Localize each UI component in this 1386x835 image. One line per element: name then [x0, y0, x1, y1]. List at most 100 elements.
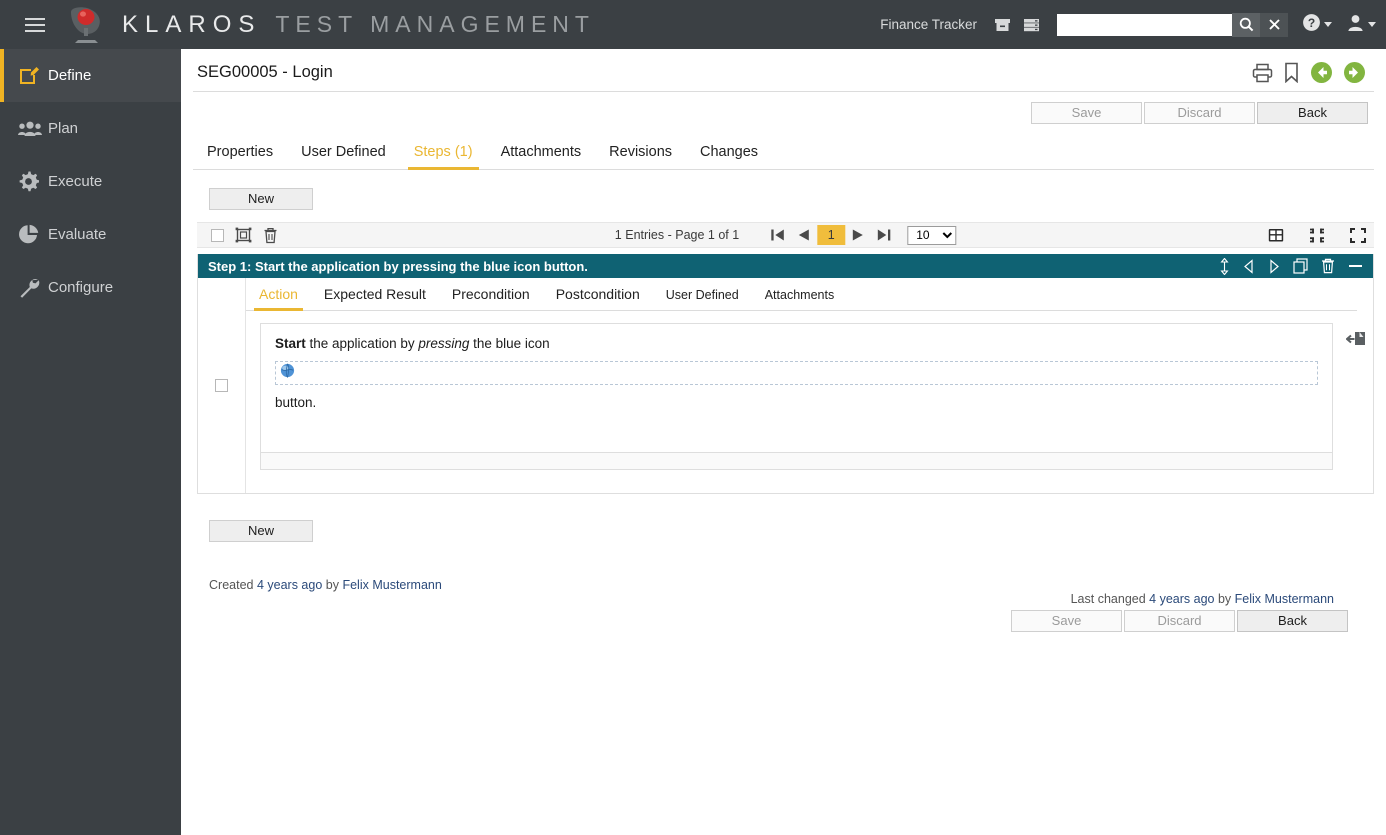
- bookmark-icon[interactable]: [1283, 62, 1300, 83]
- database-server-icon[interactable]: [1019, 12, 1045, 38]
- search-icon[interactable]: [1232, 13, 1260, 37]
- svg-text:?: ?: [1308, 16, 1315, 30]
- step-tab-action[interactable]: Action: [246, 278, 311, 310]
- tab-properties[interactable]: Properties: [193, 138, 287, 169]
- pagination-info: 1 Entries - Page 1 of 1: [615, 228, 739, 242]
- current-page-button[interactable]: 1: [817, 225, 845, 245]
- action-text-part-b: the blue icon: [469, 336, 549, 351]
- discard-button-bottom[interactable]: Discard: [1124, 610, 1235, 632]
- step-tab-precondition[interactable]: Precondition: [439, 278, 543, 310]
- first-page-icon[interactable]: [765, 223, 791, 247]
- blue-globe-icon: [280, 363, 295, 383]
- tab-user-defined[interactable]: User Defined: [287, 138, 400, 169]
- back-button-bottom[interactable]: Back: [1237, 610, 1348, 632]
- collapse-all-icon[interactable]: [1309, 228, 1325, 243]
- sidebar-item-label: Evaluate: [48, 226, 106, 243]
- new-step-button-top[interactable]: New: [209, 188, 313, 210]
- help-menu[interactable]: ?: [1302, 13, 1332, 37]
- top-header-bar: KLAROS TEST MANAGEMENT Finance Tracker: [0, 0, 1386, 49]
- search-input[interactable]: [1057, 14, 1232, 36]
- steps-panel: New: [181, 170, 1386, 632]
- created-by-link[interactable]: Felix Mustermann: [342, 578, 441, 592]
- user-avatar-icon: [1346, 13, 1365, 37]
- close-x-icon[interactable]: [1260, 13, 1288, 37]
- select-all-checkbox[interactable]: [211, 229, 224, 242]
- action-text-italic: pressing: [418, 336, 469, 351]
- new-step-button-bottom[interactable]: New: [209, 520, 313, 542]
- help-circle-icon: ?: [1302, 13, 1321, 37]
- current-project-label: Finance Tracker: [880, 17, 977, 32]
- chevron-down-icon: [1368, 22, 1376, 27]
- last-page-icon[interactable]: [871, 223, 897, 247]
- back-button[interactable]: Back: [1257, 102, 1368, 124]
- top-action-buttons: Save Discard Back: [181, 89, 1386, 124]
- fullscreen-expand-icon[interactable]: [1350, 228, 1366, 243]
- brand-title: KLAROS TEST MANAGEMENT: [122, 11, 595, 39]
- trash-icon[interactable]: [263, 227, 278, 244]
- print-icon[interactable]: [1252, 63, 1273, 83]
- step-checkbox[interactable]: [215, 379, 228, 392]
- hamburger-menu-icon[interactable]: [12, 18, 58, 32]
- previous-step-icon[interactable]: [1243, 259, 1255, 274]
- sidebar-item-configure[interactable]: Configure: [0, 261, 181, 314]
- save-button[interactable]: Save: [1031, 102, 1142, 124]
- pie-chart-icon: [18, 224, 48, 245]
- step-select-column: [198, 278, 246, 493]
- next-page-icon[interactable]: [845, 223, 871, 247]
- step-inner-tabs: Action Expected Result Precondition Post…: [246, 278, 1357, 311]
- step-content: Action Expected Result Precondition Post…: [246, 278, 1373, 493]
- previous-page-icon[interactable]: [791, 223, 817, 247]
- action-editor[interactable]: Start the application by pressing the bl…: [260, 323, 1333, 453]
- sidebar-item-label: Configure: [48, 279, 113, 296]
- next-arrow-icon[interactable]: [1343, 61, 1366, 84]
- sidebar-item-label: Define: [48, 67, 91, 84]
- embedded-image-field[interactable]: [275, 361, 1318, 385]
- sidebar-item-label: Plan: [48, 120, 78, 137]
- sidebar-item-define[interactable]: Define: [0, 49, 181, 102]
- table-view-icon[interactable]: [1268, 228, 1284, 243]
- header-divider: [193, 91, 1374, 92]
- insert-content-icon[interactable]: [1346, 329, 1367, 354]
- tab-steps[interactable]: Steps (1): [400, 138, 487, 169]
- tab-revisions[interactable]: Revisions: [595, 138, 686, 169]
- user-menu[interactable]: [1346, 13, 1376, 37]
- archive-box-icon[interactable]: [989, 12, 1015, 38]
- view-mode-controls: [1257, 228, 1366, 243]
- copy-step-icon[interactable]: [1293, 258, 1308, 274]
- step-tab-postcondition[interactable]: Postcondition: [543, 278, 653, 310]
- previous-arrow-icon[interactable]: [1310, 61, 1333, 84]
- discard-button[interactable]: Discard: [1144, 102, 1255, 124]
- tab-attachments[interactable]: Attachments: [487, 138, 596, 169]
- brand-main-text: KLAROS: [122, 11, 261, 39]
- created-when-link[interactable]: 4 years ago: [257, 578, 322, 592]
- last-changed-info: Last changed 4 years ago by Felix Muster…: [1071, 592, 1334, 606]
- changed-by-link[interactable]: Felix Mustermann: [1235, 592, 1334, 606]
- tab-changes[interactable]: Changes: [686, 138, 772, 169]
- created-info: Created 4 years ago by Felix Mustermann: [209, 578, 442, 592]
- app-window: KLAROS TEST MANAGEMENT Finance Tracker: [0, 0, 1386, 835]
- editor-status-bar: [260, 453, 1333, 470]
- step-header: Step 1: Start the application by pressin…: [198, 254, 1373, 278]
- action-text-part-a: the application by: [306, 336, 419, 351]
- step-1-panel: Step 1: Start the application by pressin…: [197, 254, 1374, 494]
- step-tab-expected-result[interactable]: Expected Result: [311, 278, 439, 310]
- collapse-step-icon[interactable]: [1348, 260, 1363, 272]
- sidebar-item-plan[interactable]: Plan: [0, 102, 181, 155]
- page-size-select[interactable]: 102050100: [907, 226, 956, 245]
- move-updown-icon[interactable]: [1219, 258, 1230, 275]
- step-tab-attachments[interactable]: Attachments: [752, 280, 847, 310]
- sidebar-item-evaluate[interactable]: Evaluate: [0, 208, 181, 261]
- duplicate-selection-icon[interactable]: [235, 227, 252, 243]
- step-tab-user-defined[interactable]: User Defined: [653, 280, 752, 310]
- steps-list-toolbar: 1 Entries - Page 1 of 1 1: [197, 222, 1374, 248]
- save-button-bottom[interactable]: Save: [1011, 610, 1122, 632]
- action-text-line-2: button.: [275, 395, 1318, 410]
- delete-step-icon[interactable]: [1321, 258, 1335, 274]
- sidebar-item-execute[interactable]: Execute: [0, 155, 181, 208]
- wrench-icon: [18, 277, 48, 298]
- changed-when-link[interactable]: 4 years ago: [1149, 592, 1214, 606]
- metadata-row: Created 4 years ago by Felix Mustermann …: [209, 576, 1366, 596]
- next-step-icon[interactable]: [1268, 259, 1280, 274]
- pencil-square-icon: [18, 65, 48, 86]
- users-group-icon: [18, 120, 48, 138]
